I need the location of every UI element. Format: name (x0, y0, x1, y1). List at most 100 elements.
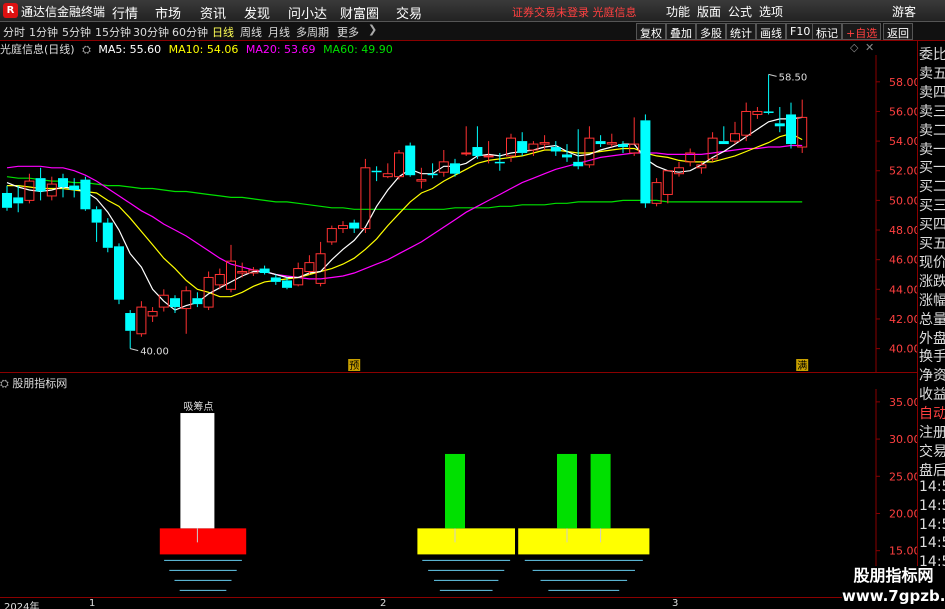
period-toolbar: 分时 1分钟 5分钟 15分钟 30分钟 60分钟 日线 周线 月线 多周期 更… (0, 22, 945, 41)
timeline-month-1: 1 (89, 598, 96, 609)
signal-band-yellow (417, 528, 515, 555)
mark-button[interactable]: 标记 (812, 23, 842, 40)
signal-label: 吸筹点 (183, 400, 213, 413)
diamond-icon[interactable]: ◇ (850, 41, 858, 54)
period-tab-5min[interactable]: 5分钟 (62, 24, 91, 40)
price-tick-label: 42.00 (889, 313, 917, 326)
period-tab-15min[interactable]: 15分钟 (95, 24, 131, 40)
watermark: 股朋指标网 www.7gpzb.com (842, 566, 945, 609)
menu-xuanxiang[interactable]: 选项 (759, 3, 783, 20)
menu-caifuquan[interactable]: 财富圈 (340, 3, 379, 22)
candle-body (80, 179, 91, 210)
period-tab-1min[interactable]: 1分钟 (29, 24, 58, 40)
high-price-label: 58.50 (779, 72, 808, 83)
period-tab-multi[interactable]: 多周期 (296, 24, 329, 40)
price-tick-label: 52.00 (889, 165, 917, 178)
quote-field-4: 卖二 (919, 122, 945, 139)
period-tab-30min[interactable]: 30分钟 (133, 24, 169, 40)
price-tick-label: 56.00 (889, 105, 917, 118)
signal-bar-green (557, 453, 577, 529)
login-status-warning[interactable]: 证券交易未登录 光庭信息 (512, 4, 637, 20)
candle[interactable] (102, 218, 113, 253)
candle[interactable] (640, 114, 651, 208)
app-logo: R (3, 3, 18, 18)
candle-body (427, 173, 438, 176)
quote-field-1: 卖五 (919, 65, 945, 82)
ma60-legend: MA60: 49.90 (323, 43, 393, 56)
candle[interactable] (405, 142, 416, 177)
f10-button[interactable]: F10 (786, 23, 815, 40)
period-tab-more[interactable]: 更多 (337, 24, 359, 40)
watermark-url: www.7gpzb.com (842, 587, 945, 605)
kline-chart[interactable]: 58.00 56.00 54.00 52.00 50.00 48.00 46.00 44.00… (0, 41, 917, 373)
candle-body (192, 298, 203, 305)
quote-field-5: 卖一 (919, 141, 945, 158)
draw-line-button[interactable]: 画线 (756, 23, 786, 40)
stock-title[interactable]: 光庭信息(日线) (0, 43, 75, 56)
price-tick-label: 54.00 (889, 135, 917, 148)
candle-body (371, 170, 382, 173)
candle-body (573, 161, 584, 167)
ma20-legend: MA20: 53.69 (245, 43, 316, 56)
period-tab-60min[interactable]: 60分钟 (172, 24, 208, 40)
candle[interactable] (114, 243, 124, 305)
price-tick-label: 46.00 (889, 254, 917, 267)
menu-hangqing[interactable]: 行情 (112, 3, 138, 22)
indicator-tick-label: 30.00 (889, 433, 917, 446)
menu-banmian[interactable]: 版面 (697, 3, 721, 20)
candle-body (461, 152, 472, 155)
add-favorite-button[interactable]: +自选 (842, 23, 882, 40)
period-tab-fenshi[interactable]: 分时 (3, 24, 25, 40)
candle-body (483, 155, 494, 158)
close-icon[interactable]: ✕ (865, 41, 874, 54)
quote-field-3: 卖三 (919, 103, 945, 120)
quote-field-15: 外盘 (919, 330, 945, 347)
indicator-legend: ⛭ 股朋指标网 (0, 375, 876, 390)
quote-field-16: 换手 (919, 349, 945, 366)
candle-body (718, 141, 729, 145)
settings-icon[interactable]: ⛭ (82, 43, 91, 56)
menu-wenxiaoda[interactable]: 问小达 (288, 3, 327, 22)
indicator-tick-label: 35.00 (889, 396, 917, 409)
menu-jiaoyi[interactable]: 交易 (396, 3, 422, 22)
candle[interactable] (80, 176, 91, 211)
timeline-axis[interactable]: 2024年 1 2 3 (0, 597, 917, 609)
candle-body (618, 144, 628, 148)
menu-gongneng[interactable]: 功能 (666, 3, 690, 20)
candle-body (125, 313, 136, 331)
candle-body (282, 280, 292, 288)
back-button[interactable]: 返回 (883, 23, 913, 40)
period-tab-weekly[interactable]: 周线 (240, 24, 262, 40)
price-tick-label: 44.00 (889, 283, 917, 296)
quote-panel: 委比 卖五 卖四 卖三 卖二 卖一 买一 买二 买三 买四 买五 现价 涨跌 涨幅 总量 外盘 换手 净资 收益 自动… (917, 41, 945, 609)
timeline-year: 2024年 (4, 602, 40, 609)
indicator-settings-icon[interactable]: ⛭ (0, 377, 9, 390)
candle-body (270, 277, 281, 282)
menu-gongshi[interactable]: 公式 (728, 3, 752, 20)
menu-zixun[interactable]: 资讯 (200, 3, 226, 22)
restore-rights-button[interactable]: 复权 (636, 23, 666, 40)
indicator-chart[interactable]: 35.0030.0025.0020.0015.0010.00吸筹点 (0, 373, 917, 597)
overlay-button[interactable]: 叠加 (666, 23, 696, 40)
period-tab-daily[interactable]: 日线 (212, 24, 234, 40)
low-price-label: 40.00 (140, 347, 169, 358)
candle-body (2, 192, 12, 208)
kline-background (0, 41, 917, 373)
candle-body (170, 298, 180, 308)
indicator-title[interactable]: 股朋指标网 (12, 377, 67, 390)
menu-shichang[interactable]: 市场 (155, 3, 181, 22)
candle-body (562, 154, 572, 158)
multi-stock-button[interactable]: 多股 (696, 23, 726, 40)
chevron-right-icon[interactable]: ❯ (368, 23, 377, 36)
signal-bar-green (590, 453, 611, 529)
quote-field-24: 14:56 (919, 497, 945, 514)
guest-label[interactable]: 游客 (892, 3, 916, 20)
statistics-button[interactable]: 统计 (726, 23, 756, 40)
menu-faxian[interactable]: 发现 (244, 3, 270, 22)
quote-field-22: 盘后 (919, 462, 945, 479)
quote-field-25: 14:56 (919, 516, 945, 533)
candle-body (763, 111, 774, 113)
candle-body (640, 120, 651, 204)
period-tab-monthly[interactable]: 月线 (268, 24, 290, 40)
candle-body (405, 145, 416, 176)
